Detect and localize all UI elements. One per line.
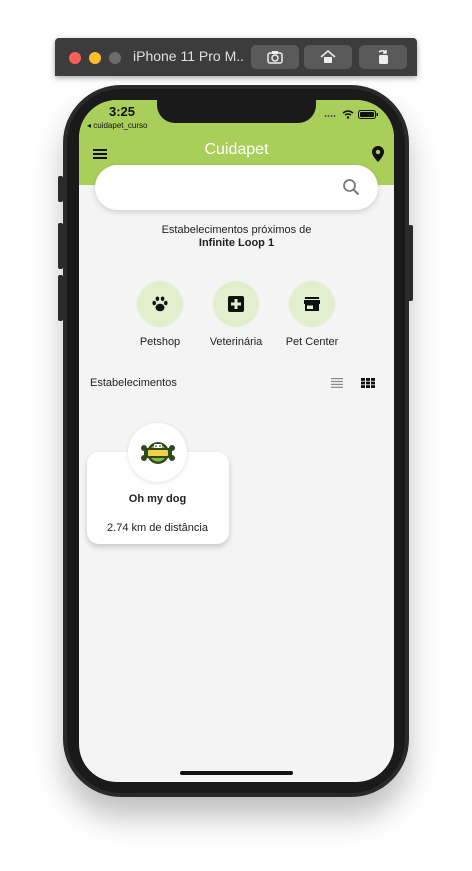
notch (157, 100, 316, 123)
nearby-place: Infinite Loop 1 (198, 237, 275, 249)
screenshot-icon (267, 51, 283, 64)
status-icons (324, 110, 378, 119)
establishment-logo (134, 429, 181, 476)
category-veterinaria[interactable]: Veterinária (201, 281, 271, 348)
search-icon[interactable] (342, 178, 360, 196)
app-title: Cuidapet (204, 141, 269, 158)
close-window-button[interactable] (69, 52, 81, 64)
section-title: Estabelecimentos (90, 377, 177, 389)
establishment-distance: 2.74 km de distância (107, 522, 208, 534)
home-indicator[interactable] (180, 771, 293, 775)
volume-down-button (58, 275, 63, 321)
search-input[interactable] (113, 177, 333, 197)
establishment-name: Oh my dog (128, 493, 187, 505)
store-icon (304, 297, 320, 311)
battery-icon (358, 110, 378, 119)
category-petshop[interactable]: Petshop (125, 281, 195, 348)
category-pet-center[interactable]: Pet Center (277, 281, 347, 348)
grid-view-icon[interactable] (361, 378, 375, 388)
category-veterinaria-label: Veterinária (209, 336, 263, 348)
wifi-icon (342, 110, 354, 119)
category-pet-center-circle[interactable] (289, 281, 335, 327)
minimize-window-button[interactable] (89, 52, 101, 64)
establishment-avatar[interactable] (128, 423, 187, 482)
status-time: 3:25 (109, 104, 136, 119)
rotate-button[interactable] (359, 45, 407, 69)
menu-icon[interactable] (93, 148, 107, 160)
silent-switch (58, 176, 63, 202)
list-view-icon[interactable] (331, 378, 343, 388)
search-bar[interactable] (95, 165, 378, 210)
simulator-stage: iPhone 11 Pro M... 3:25 ◂ cuidapet_curso (0, 0, 472, 871)
power-button (408, 225, 413, 301)
medical-cross-icon (228, 296, 244, 312)
category-petshop-label: Petshop (139, 336, 181, 348)
simulator-title-bar: iPhone 11 Pro M... (55, 38, 417, 76)
location-pin-icon[interactable] (372, 146, 384, 162)
simulator-title: iPhone 11 Pro M... (133, 48, 243, 64)
back-to-app-link[interactable]: ◂ cuidapet_curso (87, 121, 148, 130)
home-button[interactable] (304, 45, 352, 69)
zoom-window-button[interactable] (109, 52, 121, 64)
category-pet-center-label: Pet Center (285, 336, 339, 348)
home-icon (320, 49, 336, 63)
rotate-icon (378, 49, 388, 64)
category-veterinaria-circle[interactable] (213, 281, 259, 327)
nearby-label: Estabelecimentos próximos de (161, 224, 312, 236)
paw-icon (152, 296, 168, 312)
category-petshop-circle[interactable] (137, 281, 183, 327)
app-screen: 3:25 ◂ cuidapet_curso Cuidapet Estabelec… (79, 100, 394, 782)
screenshot-button[interactable] (251, 45, 299, 69)
dog-bone-logo (140, 441, 175, 464)
volume-up-button (58, 223, 63, 269)
signal-icon (324, 114, 336, 117)
